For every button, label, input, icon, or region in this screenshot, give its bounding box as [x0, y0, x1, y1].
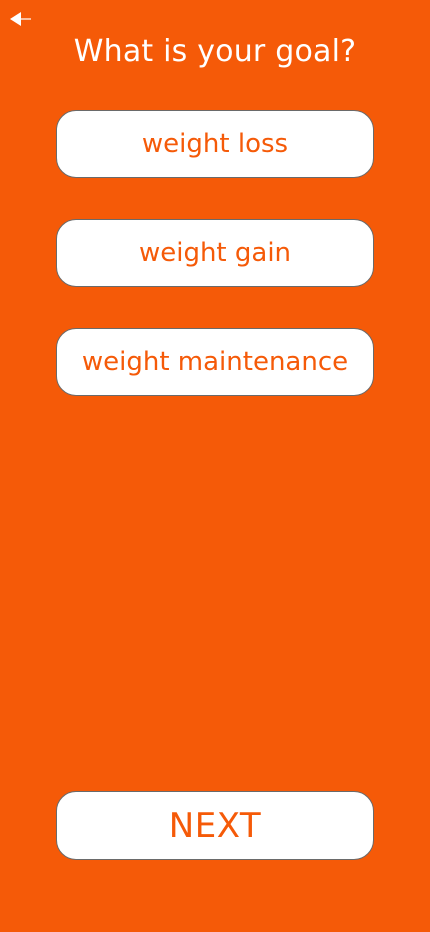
goal-option-weight-maintenance[interactable]: weight maintenance: [56, 328, 374, 396]
next-button[interactable]: NEXT: [56, 791, 374, 860]
next-button-label: NEXT: [168, 805, 262, 846]
option-label: weight gain: [138, 238, 292, 268]
option-label: weight maintenance: [81, 347, 349, 377]
option-label: weight loss: [141, 129, 289, 159]
page-title: What is your goal?: [73, 34, 357, 69]
goal-option-weight-loss[interactable]: weight loss: [56, 110, 374, 178]
back-button[interactable]: [8, 9, 34, 29]
back-arrow-icon: [8, 10, 34, 28]
goal-option-weight-gain[interactable]: weight gain: [56, 219, 374, 287]
